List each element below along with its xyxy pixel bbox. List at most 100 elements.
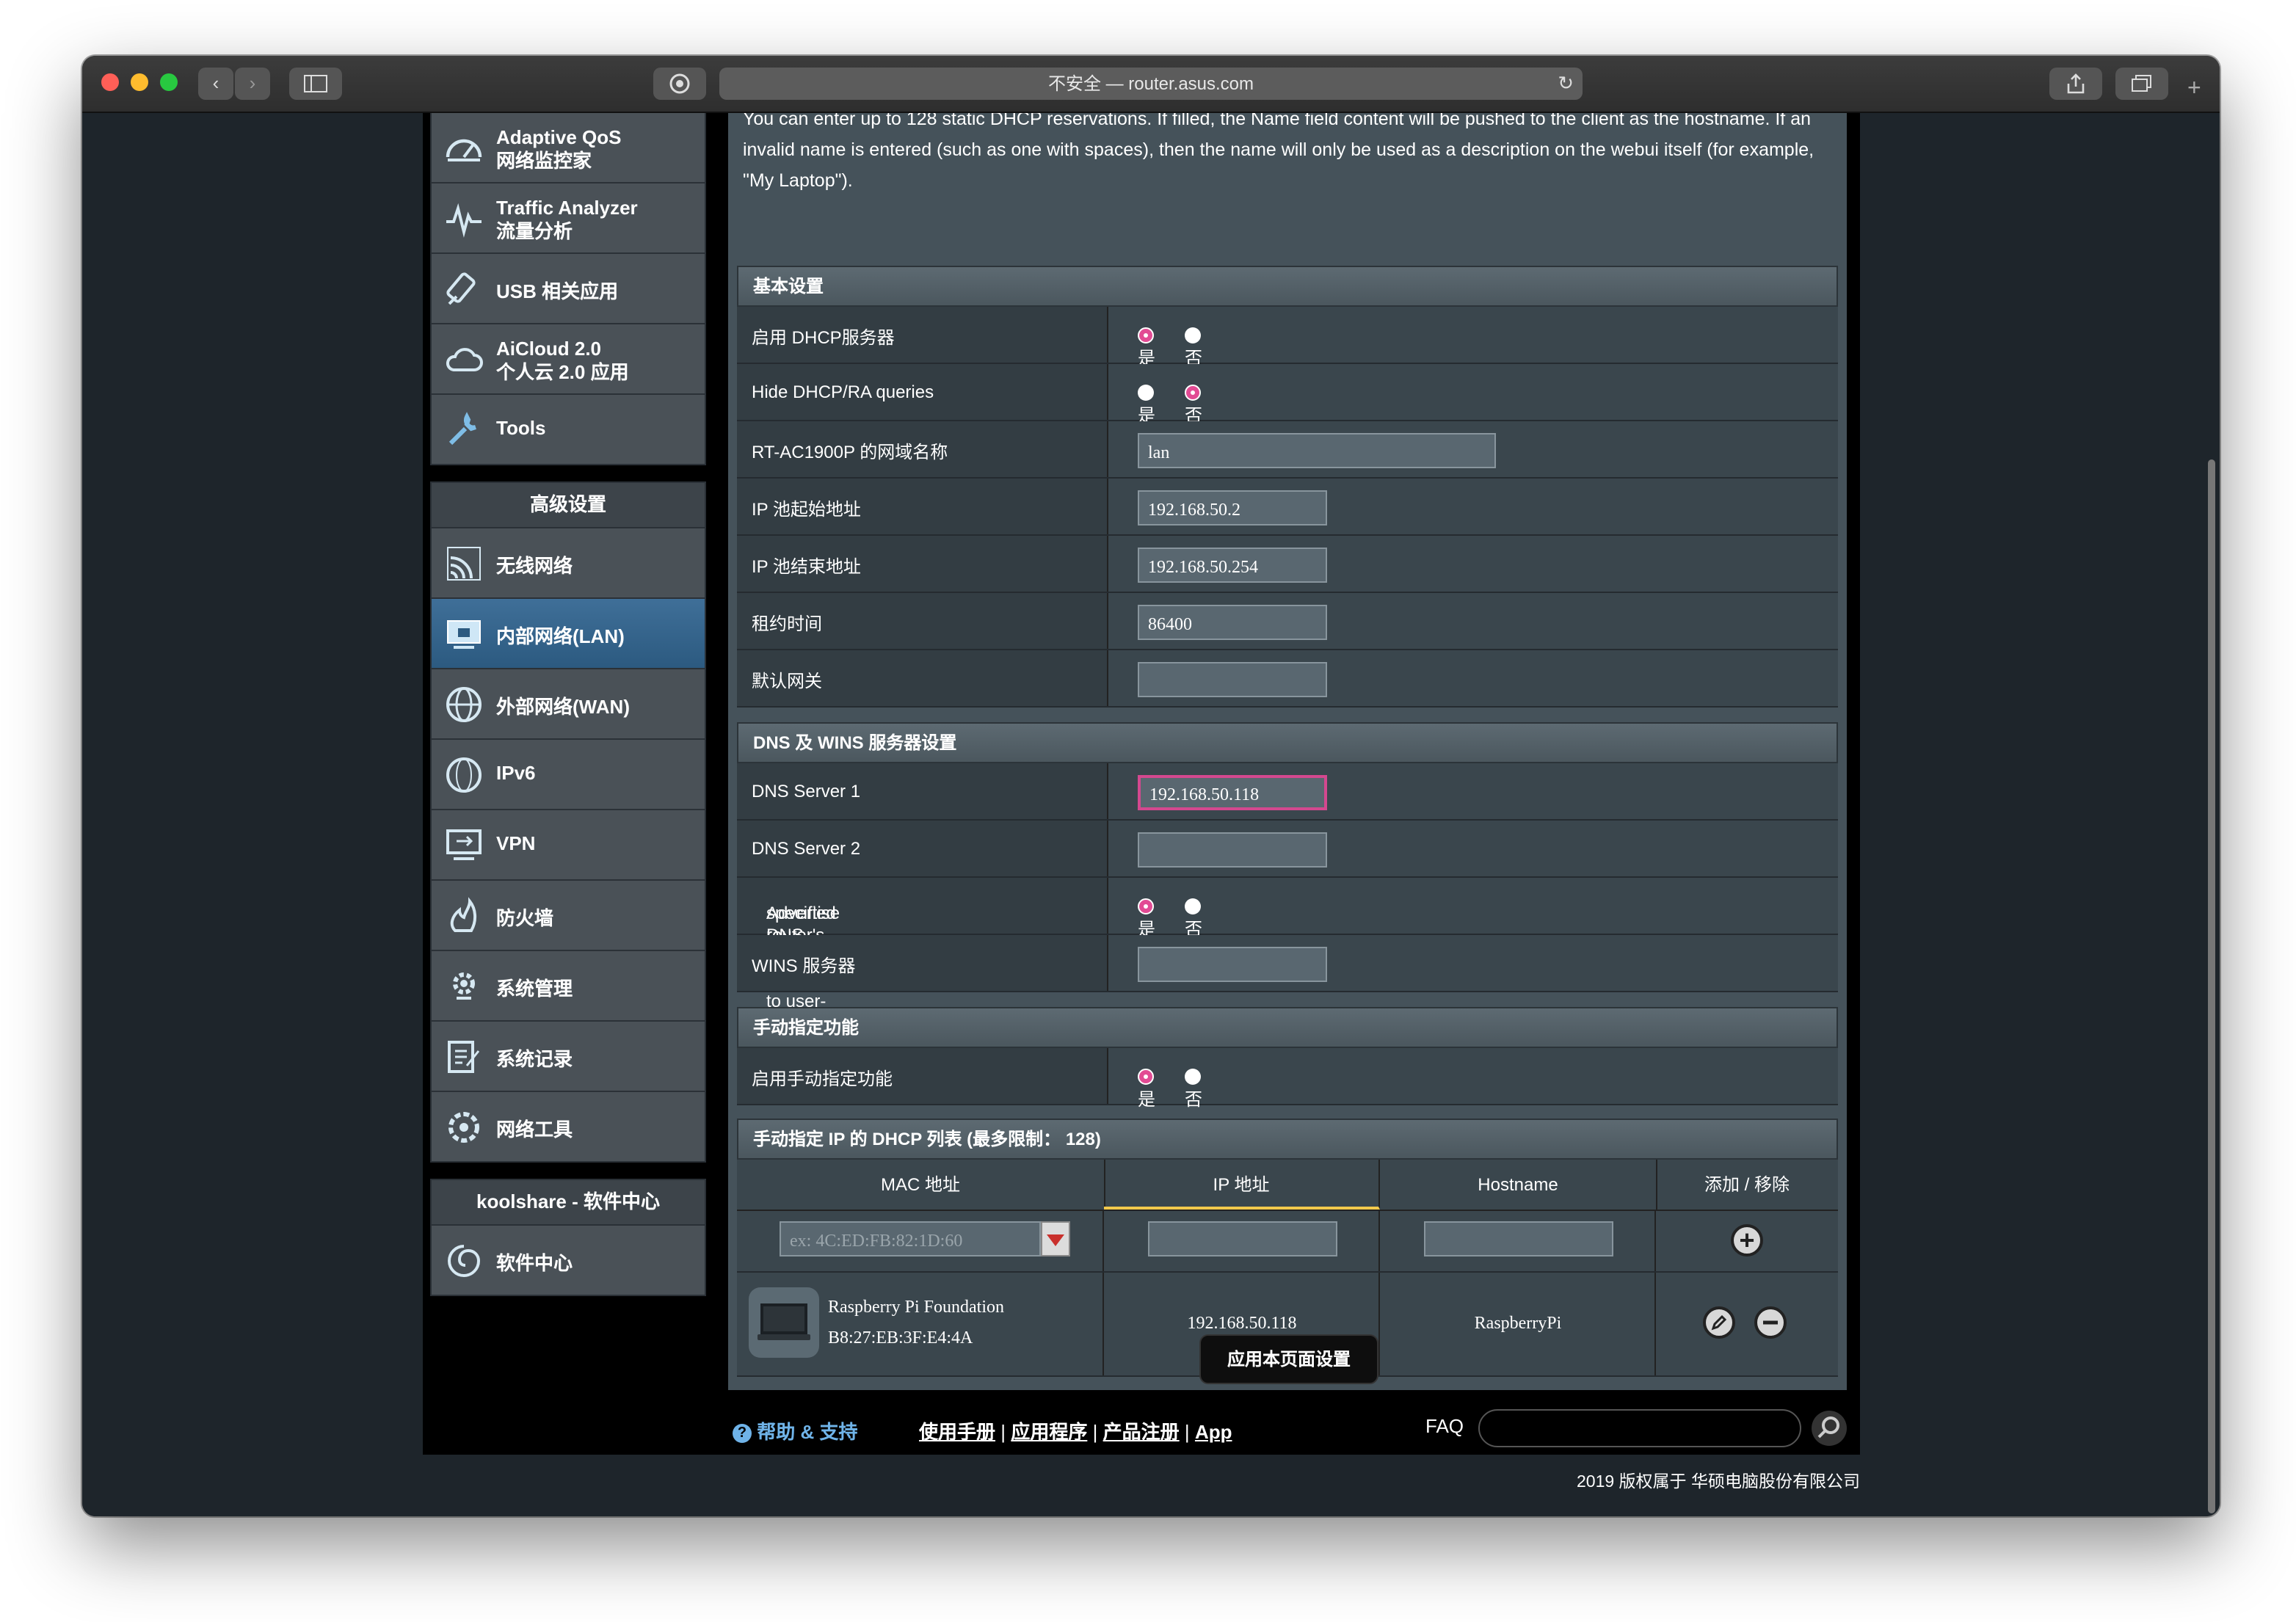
dns2-label: DNS Server 2 — [752, 838, 861, 859]
ip-end-input[interactable]: 192.168.50.254 — [1138, 548, 1327, 583]
new-tab-button[interactable]: + — [2187, 76, 2201, 103]
new-ip-input[interactable] — [1148, 1221, 1337, 1256]
hide-dhcp-no-radio[interactable]: 否 — [1185, 382, 1204, 427]
sidebar-advanced-group: 高级设置 无线网络 内部网络(LAN) 外部网络(WAN) IPv6 VPN 防… — [430, 481, 706, 1163]
radio-selected-icon — [1185, 385, 1201, 401]
utility-link[interactable]: 应用程序 — [1011, 1421, 1087, 1443]
sidebar-advanced-header: 高级设置 — [432, 483, 705, 528]
sidebar-item-wan[interactable]: 外部网络(WAN) — [432, 669, 705, 740]
sidebar-item-traffic-analyzer[interactable]: Traffic Analyzer 流量分析 — [432, 183, 705, 254]
wins-input[interactable] — [1138, 947, 1327, 982]
pulse-icon — [446, 203, 482, 238]
dhcp-table-header: MAC 地址 IP 地址 Hostname 添加 / 移除 — [737, 1160, 1838, 1211]
product-registration-link[interactable]: 产品注册 — [1103, 1421, 1180, 1443]
help-support-link[interactable]: ? 帮助 & 支持 — [733, 1416, 858, 1444]
sidebar-item-adaptive-qos[interactable]: Adaptive QoS 网络监控家 — [432, 113, 705, 183]
radio-selected-icon — [1138, 898, 1154, 914]
column-header-hostname[interactable]: Hostname — [1380, 1160, 1657, 1210]
radio-no-label: 否 — [1185, 1089, 1203, 1110]
privacy-report-button[interactable] — [653, 68, 706, 100]
sidebar-item-vpn[interactable]: VPN — [432, 810, 705, 881]
page-scrollbar[interactable] — [2208, 459, 2215, 1513]
dns1-input[interactable]: 192.168.50.118 — [1138, 775, 1327, 810]
remove-entry-button[interactable] — [1754, 1306, 1787, 1339]
cloud-icon — [446, 348, 483, 371]
radio-unselected-icon — [1138, 385, 1154, 401]
sidebar-item-ipv6[interactable]: IPv6 — [432, 740, 705, 810]
sidebar-item-syslog[interactable]: 系统记录 — [432, 1022, 705, 1092]
reload-icon[interactable]: ↻ — [1558, 68, 1574, 100]
sidebar-item-firewall[interactable]: 防火墙 — [432, 881, 705, 951]
sidebar-item-aicloud[interactable]: AiCloud 2.0 个人云 2.0 应用 — [432, 324, 705, 395]
radio-selected-icon — [1138, 327, 1154, 343]
zoom-window-button[interactable] — [160, 73, 178, 91]
gateway-input[interactable] — [1138, 662, 1327, 697]
sidebar-item-wireless[interactable]: 无线网络 — [432, 528, 705, 599]
domain-name-input[interactable]: lan — [1138, 433, 1496, 468]
dns2-input[interactable] — [1138, 832, 1327, 868]
hostname-cell — [1380, 1211, 1656, 1271]
address-bar[interactable]: 不安全 — router.asus.com ↻ — [719, 68, 1583, 100]
close-window-button[interactable] — [101, 73, 119, 91]
app-link[interactable]: App — [1195, 1421, 1232, 1443]
faq-label: FAQ — [1425, 1415, 1464, 1437]
tabs-overview-button[interactable] — [2115, 68, 2168, 100]
sidebar-item-label: IPv6 — [496, 762, 536, 784]
chevron-right-icon: › — [249, 72, 256, 94]
swirl-icon — [448, 1245, 481, 1277]
chevron-left-icon: ‹ — [212, 72, 219, 94]
apply-settings-button[interactable]: 应用本页面设置 — [1199, 1334, 1378, 1384]
row-label-cell: 默认网关 — [737, 650, 1108, 706]
domain-name-label: RT-AC1900P 的网域名称 — [752, 442, 948, 462]
share-button[interactable] — [2049, 68, 2102, 100]
mac-dropdown-button[interactable] — [1041, 1221, 1070, 1256]
sidebar-item-lan[interactable]: 内部网络(LAN) — [432, 599, 705, 669]
lease-time-input[interactable]: 86400 — [1138, 605, 1327, 640]
sidebar-item-label: USB 相关应用 — [496, 280, 619, 302]
sidebar-item-admin[interactable]: 系统管理 — [432, 951, 705, 1022]
dns1-row: DNS Server 1 192.168.50.118 — [737, 763, 1838, 821]
plus-circle-icon: + — [1739, 1226, 1755, 1255]
manual-link[interactable]: 使用手册 — [919, 1421, 995, 1443]
sidebar: Adaptive QoS 网络监控家 Traffic Analyzer 流量分析 U… — [430, 113, 706, 1296]
minimize-window-button[interactable] — [131, 73, 148, 91]
back-button[interactable]: ‹ — [198, 68, 233, 100]
client-vendor: Raspberry Pi Foundation — [828, 1296, 1004, 1317]
advertise-dns-yes-radio[interactable]: 是 — [1138, 895, 1157, 941]
advertise-dns-no-radio[interactable]: 否 — [1185, 895, 1204, 941]
sidebar-toggle-button[interactable] — [289, 68, 342, 100]
mac-address-input[interactable]: ex: 4C:ED:FB:82:1D:60 — [780, 1221, 1041, 1256]
sidebar-item-tools[interactable]: Tools — [432, 395, 705, 464]
add-entry-button[interactable]: + — [1731, 1224, 1763, 1256]
browser-titlebar: ‹ › 不安全 — router.asus.com ↻ + — [82, 56, 2220, 113]
edit-entry-button[interactable] — [1703, 1306, 1735, 1339]
hide-dhcp-yes-radio[interactable]: 是 — [1138, 382, 1157, 427]
sidebar-item-net-tools[interactable]: 网络工具 — [432, 1092, 705, 1161]
question-icon: ? — [733, 1424, 752, 1443]
dhcp-add-row: ex: 4C:ED:FB:82:1D:60 + — [737, 1211, 1838, 1273]
shield-icon — [669, 73, 690, 94]
gear-icon — [453, 972, 475, 1000]
sidebar-koolshare-group: koolshare - 软件中心 软件中心 — [430, 1179, 706, 1296]
sidebar-item-usb[interactable]: USB 相关应用 — [432, 254, 705, 324]
enable-manual-row: 启用手动指定功能 是 否 — [737, 1048, 1838, 1110]
sidebar-item-software-center[interactable]: 软件中心 — [432, 1226, 705, 1295]
faq-search-input[interactable] — [1478, 1409, 1801, 1447]
forward-button[interactable]: › — [235, 68, 270, 100]
ip-start-input[interactable]: 192.168.50.2 — [1138, 490, 1327, 525]
new-hostname-input[interactable] — [1424, 1221, 1613, 1256]
wrench-icon — [448, 412, 476, 445]
ip-end-row: IP 池结束地址 192.168.50.254 — [737, 536, 1838, 593]
enable-manual-yes-radio[interactable]: 是 — [1138, 1066, 1157, 1111]
enable-dhcp-no-radio[interactable]: 否 — [1185, 324, 1204, 370]
sidebar-item-label: Tools — [496, 417, 546, 439]
column-header-mac[interactable]: MAC 地址 — [737, 1160, 1105, 1210]
faq-search-button[interactable] — [1812, 1411, 1847, 1446]
share-icon — [2067, 73, 2085, 94]
section-header: 手动指定 IP 的 DHCP 列表 (最多限制： 128) — [737, 1119, 1838, 1160]
advertise-dns-row: Advertise router's IP in addition to use… — [737, 878, 1838, 1011]
caret-down-icon — [1047, 1234, 1064, 1246]
column-header-ip[interactable]: IP 地址 — [1104, 1160, 1380, 1210]
enable-dhcp-yes-radio[interactable]: 是 — [1138, 324, 1157, 370]
enable-manual-no-radio[interactable]: 否 — [1185, 1066, 1204, 1111]
